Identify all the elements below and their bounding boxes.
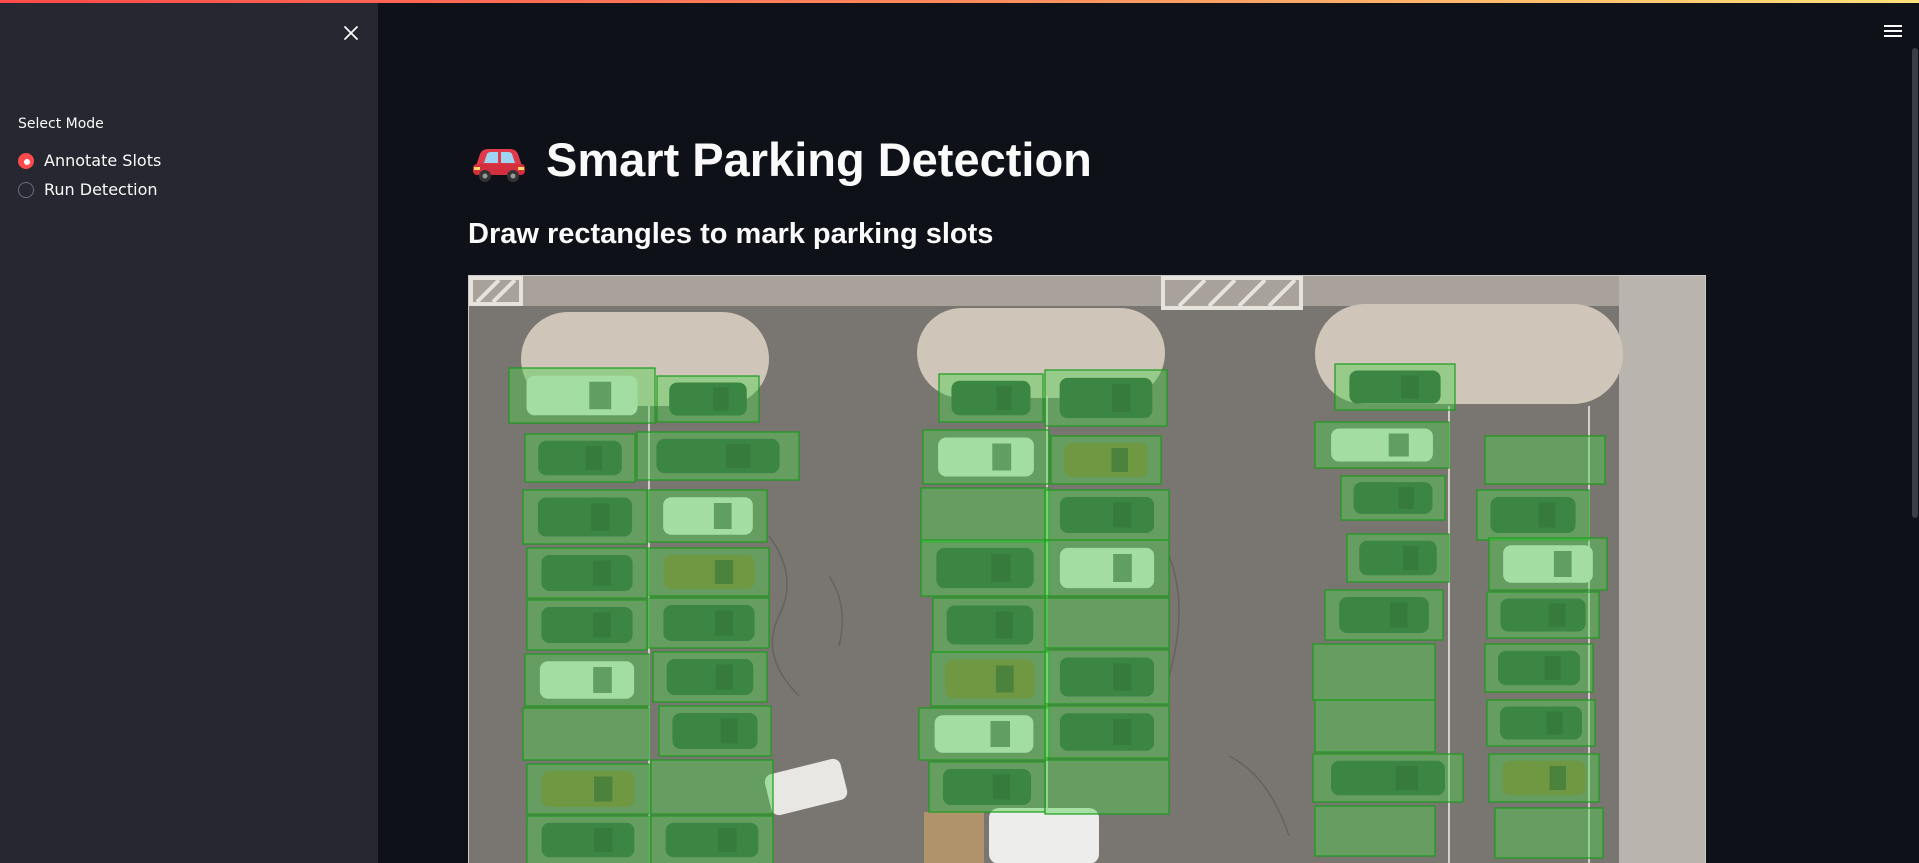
parking-slot-annotation[interactable]: [1050, 435, 1162, 485]
parking-slot-annotation[interactable]: [1312, 643, 1436, 701]
parking-slot-annotation[interactable]: [648, 597, 770, 649]
radio-option-annotate-slots[interactable]: Annotate Slots: [18, 146, 161, 175]
parking-slot-annotation[interactable]: [1484, 435, 1606, 485]
parking-slot-annotation[interactable]: [1044, 597, 1170, 649]
mode-radio-group: Annotate Slots Run Detection: [18, 146, 161, 204]
parking-slot-annotation[interactable]: [522, 489, 648, 545]
parking-slot-annotation[interactable]: [928, 761, 1046, 813]
annotation-canvas[interactable]: [468, 275, 1706, 863]
parking-slot-annotation[interactable]: [1486, 591, 1600, 639]
parking-slot-annotation[interactable]: [650, 759, 774, 815]
parking-slot-annotation[interactable]: [652, 651, 768, 703]
parking-slot-annotation[interactable]: [526, 763, 650, 815]
radio-option-label: Run Detection: [44, 180, 158, 199]
parking-slot-annotation[interactable]: [1488, 537, 1608, 591]
hamburger-menu-icon: [1880, 18, 1906, 37]
parking-slot-annotation[interactable]: [1324, 589, 1444, 641]
parking-slot-annotation[interactable]: [1340, 475, 1446, 521]
parking-lot-image[interactable]: [469, 276, 1705, 863]
parking-slot-annotation[interactable]: [930, 651, 1050, 707]
parking-slot-annotation[interactable]: [1476, 489, 1590, 541]
main-menu-button[interactable]: [1880, 18, 1906, 44]
parking-slot-annotation[interactable]: [920, 487, 1050, 543]
parking-slot-annotation[interactable]: [1044, 759, 1170, 815]
radio-selected-indicator[interactable]: [18, 152, 34, 169]
parking-slot-annotation[interactable]: [1486, 699, 1596, 747]
parking-slot-annotation[interactable]: [1346, 533, 1450, 583]
radio-unselected-indicator[interactable]: [18, 181, 34, 198]
parking-slot-annotation[interactable]: [918, 707, 1050, 761]
parking-slot-annotation[interactable]: [648, 489, 768, 543]
parking-slot-annotation[interactable]: [526, 815, 650, 863]
parking-slot-annotation[interactable]: [932, 597, 1048, 653]
parking-slot-annotation[interactable]: [1044, 539, 1170, 597]
parking-slot-annotation[interactable]: [648, 547, 770, 597]
parking-slot-annotation[interactable]: [524, 433, 636, 483]
page-title-text: Smart Parking Detection: [546, 133, 1092, 186]
page-subtitle: Draw rectangles to mark parking slots: [468, 218, 994, 250]
parking-slot-annotation[interactable]: [1314, 805, 1436, 857]
parking-slot-annotation[interactable]: [1044, 705, 1170, 759]
parking-slot-annotation[interactable]: [920, 539, 1050, 597]
parking-slot-annotation[interactable]: [524, 653, 650, 707]
parking-slot-annotation[interactable]: [656, 375, 760, 423]
parking-slot-annotation[interactable]: [1312, 753, 1464, 803]
parking-slot-annotation[interactable]: [1044, 369, 1168, 427]
page-scrollbar[interactable]: [1912, 48, 1918, 518]
parking-slot-annotation[interactable]: [508, 367, 656, 424]
parking-slot-annotation[interactable]: [1044, 649, 1170, 705]
page-title: Smart Parking Detection: [470, 132, 1092, 187]
parking-slot-annotation[interactable]: [658, 705, 772, 757]
parking-slot-annotation[interactable]: [636, 431, 800, 481]
close-icon: [344, 26, 358, 40]
top-decoration-bar: [0, 0, 1919, 3]
parking-slot-annotation[interactable]: [650, 815, 774, 863]
parking-slot-annotation[interactable]: [1484, 643, 1594, 693]
car-icon: [473, 148, 525, 182]
parking-slot-annotation[interactable]: [526, 599, 648, 651]
sidebar: Select Mode Annotate Slots Run Detection: [0, 0, 378, 863]
parking-slot-annotation[interactable]: [1494, 807, 1604, 859]
parking-slot-annotation[interactable]: [1488, 753, 1600, 803]
radio-option-run-detection[interactable]: Run Detection: [18, 175, 161, 204]
parking-slot-annotation[interactable]: [1314, 421, 1450, 469]
parking-slot-annotation[interactable]: [526, 547, 648, 599]
parking-slot-annotation[interactable]: [922, 429, 1050, 485]
mode-radio-label: Select Mode: [18, 116, 104, 132]
parking-slot-annotation[interactable]: [1314, 699, 1436, 753]
parking-slot-annotation[interactable]: [1334, 363, 1456, 411]
parking-slot-annotation[interactable]: [938, 373, 1044, 423]
parking-slot-annotation[interactable]: [522, 707, 650, 761]
radio-option-label: Annotate Slots: [44, 151, 162, 170]
parking-slot-annotation[interactable]: [1044, 489, 1170, 541]
sidebar-close-button[interactable]: [336, 18, 366, 48]
